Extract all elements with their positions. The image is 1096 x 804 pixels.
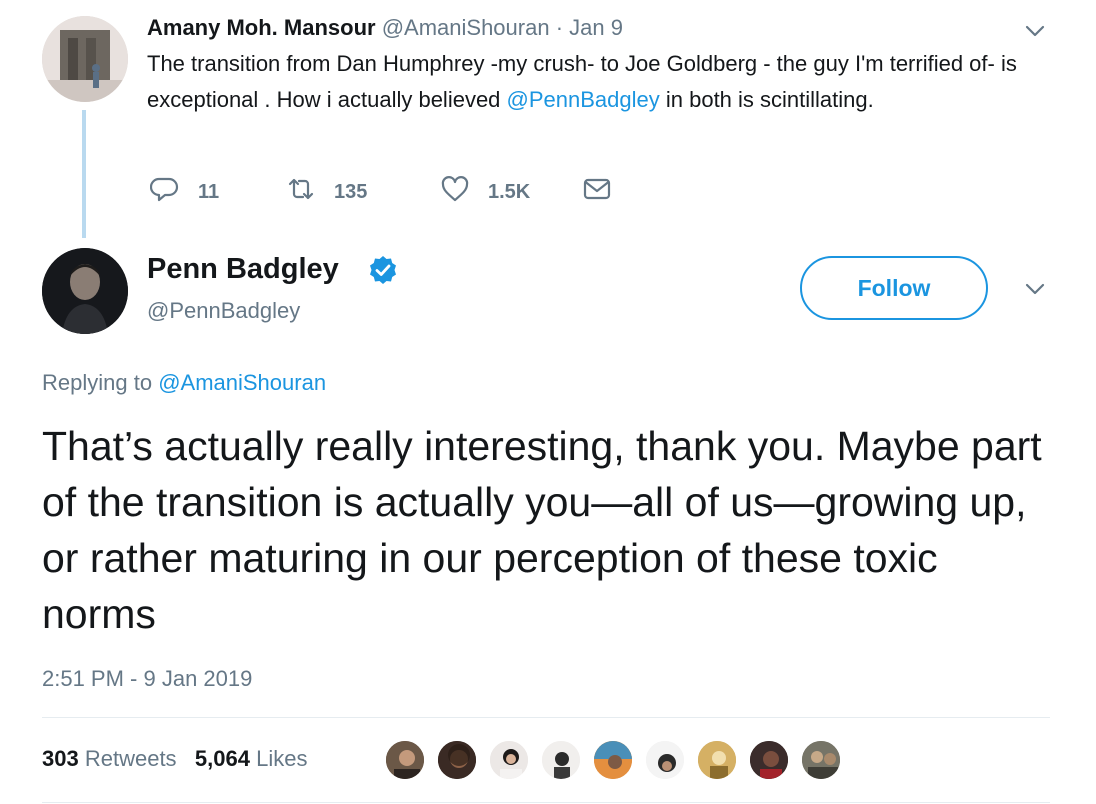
likes-stat[interactable]: 5,064 Likes xyxy=(195,746,308,771)
tweet-stats: 303 Retweets 5,064 Likes xyxy=(42,744,307,774)
liker-avatar[interactable] xyxy=(488,739,530,781)
liker-avatar[interactable] xyxy=(540,739,582,781)
main-tweet-text: That’s actually really interesting, than… xyxy=(42,423,1042,637)
likes-count: 5,064 xyxy=(194,746,250,771)
replying-to-label: Replying to xyxy=(42,370,159,395)
header-separator: · xyxy=(555,15,564,40)
verified-badge-icon xyxy=(367,254,399,286)
liker-avatar[interactable] xyxy=(644,739,686,781)
reply-button[interactable]: 11 xyxy=(149,174,220,210)
retweets-label: Retweets xyxy=(84,746,177,771)
like-count: 1.5K xyxy=(488,180,531,203)
parent-author-avatar[interactable] xyxy=(42,16,128,102)
parent-tweet-text: The transition from Dan Humphrey -my cru… xyxy=(147,46,1027,118)
like-button[interactable]: 1.5K xyxy=(440,176,530,208)
parent-mention-link[interactable]: @PennBadgley xyxy=(507,87,660,112)
liker-avatar[interactable] xyxy=(800,739,842,781)
liker-avatar[interactable] xyxy=(384,739,426,781)
retweet-button[interactable]: 135 xyxy=(286,176,367,208)
likes-label: Likes xyxy=(256,746,308,771)
replying-to-line: Replying to @AmaniShouran xyxy=(42,368,326,398)
follow-button[interactable]: Follow xyxy=(800,256,988,320)
chevron-down-icon[interactable] xyxy=(1022,276,1048,302)
liker-avatar[interactable] xyxy=(436,739,478,781)
reply-icon xyxy=(149,174,180,210)
tweet-timestamp[interactable]: 2:51 PM - 9 Jan 2019 xyxy=(42,664,252,694)
retweets-stat[interactable]: 303 Retweets xyxy=(42,746,177,771)
retweets-count: 303 xyxy=(42,746,79,771)
thread-connector-line xyxy=(82,110,86,238)
direct-message-button[interactable] xyxy=(582,176,612,208)
heart-icon xyxy=(440,174,470,210)
retweet-count: 135 xyxy=(334,180,368,203)
parent-tweet-header: Amany Moh. Mansour @AmaniShouran · Jan 9 xyxy=(147,14,623,42)
replying-to-handle-link[interactable]: @AmaniShouran xyxy=(158,370,326,395)
liker-avatar[interactable] xyxy=(696,739,738,781)
parent-text-part: in both is scintillating. xyxy=(659,87,874,112)
parent-author-name[interactable]: Amany Moh. Mansour xyxy=(147,15,376,40)
divider xyxy=(42,717,1050,718)
main-author-avatar[interactable] xyxy=(42,248,128,334)
reply-count: 11 xyxy=(198,180,220,203)
envelope-icon xyxy=(582,174,612,210)
liker-avatar[interactable] xyxy=(592,739,634,781)
divider xyxy=(42,802,1050,803)
main-author-name[interactable]: Penn Badgley xyxy=(147,250,339,288)
liker-avatar[interactable] xyxy=(748,739,790,781)
chevron-down-icon[interactable] xyxy=(1022,18,1048,44)
parent-tweet-date[interactable]: Jan 9 xyxy=(569,15,623,40)
parent-author-handle[interactable]: @AmaniShouran xyxy=(382,15,550,40)
main-author-handle[interactable]: @PennBadgley xyxy=(147,296,300,326)
retweet-icon xyxy=(286,174,316,210)
